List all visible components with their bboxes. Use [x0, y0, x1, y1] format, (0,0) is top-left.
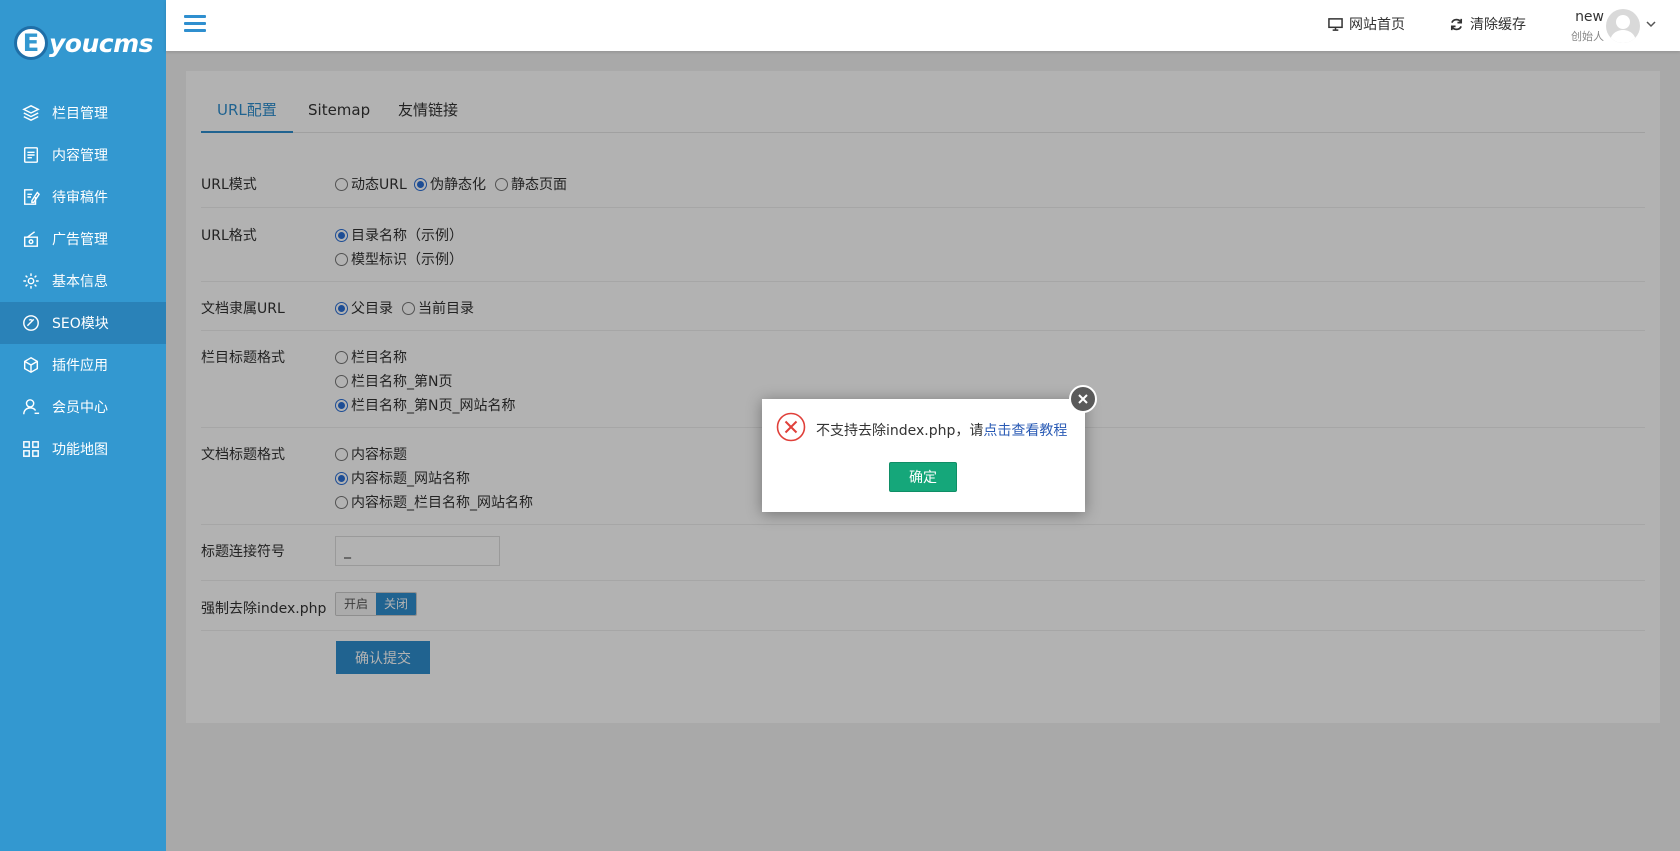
sidebar-item-content[interactable]: 内容管理	[0, 134, 166, 176]
sidebar-nav: 栏目管理 内容管理 待审稿件 广告管理 基本信息 SEO模块 插件应用 会员中心…	[0, 92, 166, 470]
refresh-icon	[1450, 18, 1463, 30]
grid-icon	[22, 440, 40, 458]
document-icon	[22, 146, 40, 164]
user-name[interactable]: new	[1564, 9, 1604, 25]
sidebar-item-label: 待审稿件	[52, 190, 108, 206]
sidebar: E youcms 栏目管理 内容管理 待审稿件 广告管理 基本信息 SEO模块	[0, 0, 166, 851]
cube-icon	[22, 356, 40, 374]
gear-icon	[22, 272, 40, 290]
sidebar-item-label: 插件应用	[52, 358, 108, 374]
sidebar-item-columns[interactable]: 栏目管理	[0, 92, 166, 134]
sidebar-item-label: SEO模块	[52, 316, 109, 332]
user-role: 创始人	[1571, 30, 1604, 43]
menu-toggle-icon[interactable]	[184, 15, 206, 35]
logo-badge: E	[14, 26, 48, 60]
clear-cache-label: 清除缓存	[1470, 17, 1526, 33]
sidebar-item-pending[interactable]: 待审稿件	[0, 176, 166, 218]
avatar[interactable]	[1606, 9, 1640, 43]
edit-doc-icon	[22, 188, 40, 206]
monitor-icon	[1328, 17, 1343, 31]
sidebar-item-label: 广告管理	[52, 232, 108, 248]
sidebar-item-sitemap[interactable]: 功能地图	[0, 428, 166, 470]
sidebar-item-label: 内容管理	[52, 148, 108, 164]
sidebar-item-basic-info[interactable]: 基本信息	[0, 260, 166, 302]
sidebar-item-label: 基本信息	[52, 274, 108, 290]
clear-cache-link[interactable]: 清除缓存	[1449, 14, 1526, 34]
sidebar-item-label: 会员中心	[52, 400, 108, 416]
sidebar-item-plugins[interactable]: 插件应用	[0, 344, 166, 386]
home-link[interactable]: 网站首页	[1328, 14, 1405, 34]
sidebar-item-label: 栏目管理	[52, 106, 108, 122]
alert-dialog: 不支持去除index.php，请点击查看教程 确定	[762, 385, 1097, 512]
error-icon	[776, 412, 806, 442]
seo-icon	[22, 314, 40, 332]
dialog-message-text: 不支持去除index.php，请	[816, 423, 984, 439]
logo[interactable]: E youcms	[0, 0, 166, 86]
confirm-button[interactable]: 确定	[889, 462, 957, 492]
home-link-label: 网站首页	[1349, 17, 1405, 33]
tutorial-link[interactable]: 点击查看教程	[983, 423, 1067, 439]
sidebar-item-members[interactable]: 会员中心	[0, 386, 166, 428]
sidebar-item-seo[interactable]: SEO模块	[0, 302, 166, 344]
chevron-down-icon[interactable]	[1646, 19, 1656, 29]
dialog-message: 不支持去除index.php，请点击查看教程	[816, 420, 1067, 440]
layers-icon	[22, 104, 40, 122]
logo-text: youcms	[49, 28, 154, 58]
user-icon	[22, 398, 40, 416]
sidebar-item-label: 功能地图	[52, 442, 108, 458]
topbar: 网站首页 清除缓存 new 创始人	[166, 0, 1680, 51]
sidebar-item-ads[interactable]: 广告管理	[0, 218, 166, 260]
close-icon[interactable]	[1069, 385, 1097, 413]
ad-icon	[22, 230, 40, 248]
